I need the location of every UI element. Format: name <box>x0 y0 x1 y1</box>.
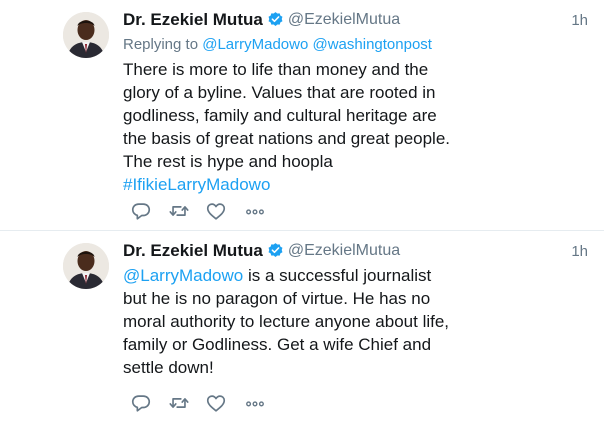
tweet[interactable]: Dr. Ezekiel Mutua @EzekielMutua 1h @Larry… <box>0 231 604 422</box>
tweet-text: @LarryMadowo is a successful journalist … <box>123 264 473 379</box>
tweet-header: Dr. Ezekiel Mutua @EzekielMutua 1h <box>123 10 588 32</box>
tweet-text-line: glory of a byline. Values that are roote… <box>123 83 436 102</box>
author-handle[interactable]: @EzekielMutua <box>288 242 400 259</box>
like-icon[interactable] <box>205 200 229 222</box>
avatar[interactable] <box>63 243 109 289</box>
tweet-text-line: but he is no paragon of virtue. He has n… <box>123 289 431 308</box>
hashtag-link[interactable]: #IfikieLarryMadowo <box>123 173 473 196</box>
reply-mention-link[interactable]: @washingtonpost <box>313 36 432 53</box>
avatar[interactable] <box>63 12 109 58</box>
reply-mention-link[interactable]: @LarryMadowo <box>202 36 308 53</box>
retweet-icon[interactable] <box>167 200 191 222</box>
author-name[interactable]: Dr. Ezekiel Mutua <box>123 241 263 260</box>
like-icon[interactable] <box>205 392 229 414</box>
tweet[interactable]: Dr. Ezekiel Mutua @EzekielMutua 1h Replyi… <box>0 0 604 231</box>
mention-link[interactable]: @LarryMadowo <box>123 266 243 285</box>
timeline: Dr. Ezekiel Mutua @EzekielMutua 1h Replyi… <box>0 0 604 422</box>
avatar-photo <box>63 12 109 58</box>
replying-to: Replying to @LarryMadowo @washingtonpost <box>123 36 432 53</box>
retweet-icon[interactable] <box>167 392 191 414</box>
reply-icon[interactable] <box>130 392 154 414</box>
avatar-photo <box>63 243 109 289</box>
tweet-text-line: @LarryMadowo is a successful journalist <box>123 264 473 287</box>
author-name[interactable]: Dr. Ezekiel Mutua <box>123 10 263 29</box>
tweet-text-line: moral authority to lecture anyone about … <box>123 312 450 331</box>
tweet-text-line: godliness, family and cultural heritage … <box>123 106 437 125</box>
verified-badge-icon <box>267 242 284 259</box>
tweet-timestamp[interactable]: 1h <box>571 12 588 29</box>
tweet-timestamp[interactable]: 1h <box>571 243 588 260</box>
reply-icon[interactable] <box>130 200 154 222</box>
tweet-text-line: The rest is hype and hoopla <box>123 152 333 171</box>
tweet-text-fragment: is a successful journalist <box>243 266 432 285</box>
tweet-text: There is more to life than money and the… <box>123 58 473 196</box>
author-handle[interactable]: @EzekielMutua <box>288 11 400 28</box>
replying-to-label: Replying to <box>123 36 199 53</box>
more-icon[interactable] <box>244 392 268 414</box>
tweet-text-line: the basis of great nations and great peo… <box>123 129 451 148</box>
tweet-text-line: family or Godliness. Get a wife Chief an… <box>123 335 432 354</box>
tweet-text-line: There is more to life than money and the <box>123 60 429 79</box>
more-icon[interactable] <box>244 200 268 222</box>
tweet-header: Dr. Ezekiel Mutua @EzekielMutua 1h <box>123 241 588 263</box>
verified-badge-icon <box>267 11 284 28</box>
tweet-text-line: settle down! <box>123 358 214 377</box>
